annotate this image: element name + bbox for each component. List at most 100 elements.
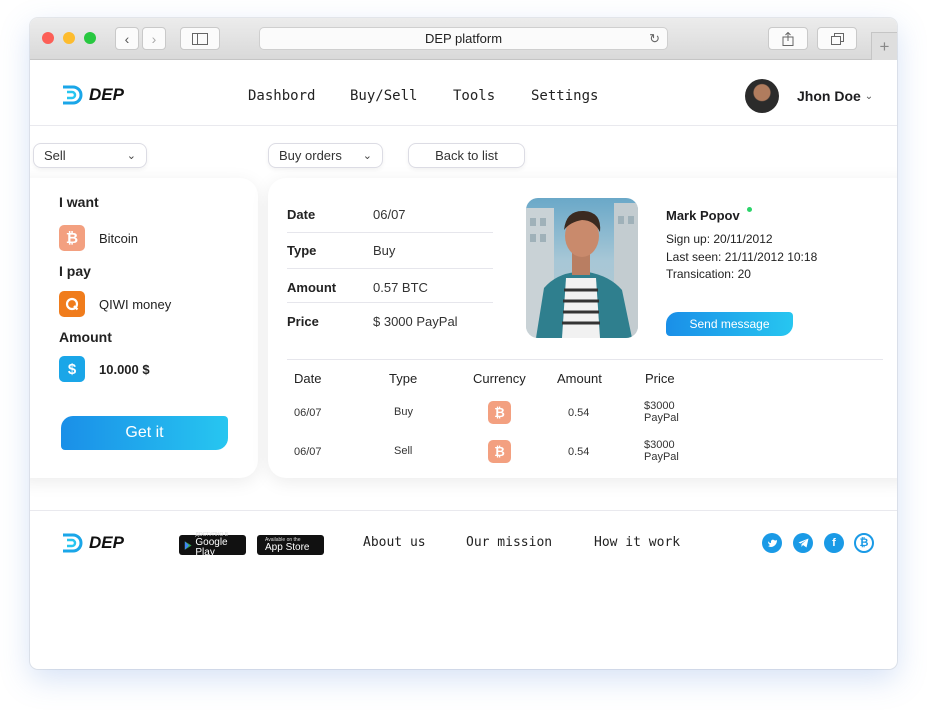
reload-icon[interactable]: ↻ (649, 31, 660, 47)
close-window-button[interactable] (42, 32, 54, 44)
logo-text: DEP (89, 85, 124, 104)
row-date: 06/07 (294, 446, 322, 458)
bitcoin-icon[interactable]: ₿ (854, 533, 874, 553)
back-to-list-button[interactable]: Back to list (408, 143, 525, 168)
forward-icon[interactable]: › (142, 27, 166, 50)
sidebar-icon[interactable] (180, 27, 220, 50)
page-title: DEP platform (424, 31, 503, 46)
order-row-date: Date 06/07 (287, 196, 493, 232)
logo-icon (63, 85, 83, 105)
amount-label: Amount (59, 329, 112, 345)
main-nav: Dashbord Buy/Sell Tools Settings (248, 88, 598, 104)
order-key: Price (287, 313, 319, 329)
pay-value: QIWI money (99, 296, 172, 312)
orders-select-value: Buy orders (279, 148, 342, 163)
want-label: I want (59, 194, 99, 210)
back-to-list-label: Back to list (435, 148, 498, 163)
trader-last-seen: Last seen: 21/11/2012 10:18 (666, 250, 818, 264)
maximize-window-button[interactable] (84, 32, 96, 44)
order-value: 06/07 (373, 206, 406, 222)
column-header-price[interactable]: Price (645, 371, 675, 386)
footer-link-mission[interactable]: Our mission (466, 535, 552, 550)
footer-link-about[interactable]: About us (363, 535, 426, 550)
footer-logo[interactable]: DEP (61, 532, 124, 554)
header-divider (30, 125, 897, 126)
logo-icon (63, 533, 83, 553)
chevron-down-icon: ⌄ (362, 150, 372, 162)
row-method: PayPal (644, 451, 679, 463)
want-currency[interactable]: ₿ Bitcoin (59, 225, 138, 251)
new-tab-icon[interactable]: + (871, 32, 897, 60)
google-play-badge[interactable]: ДОСТУПНО В Google Play (179, 532, 246, 558)
order-value: $ 3000 PayPal (373, 313, 458, 329)
mode-select-value: Sell (44, 148, 66, 163)
trader-name[interactable]: Mark Popov (666, 208, 740, 223)
twitter-icon[interactable] (762, 533, 782, 553)
share-icon[interactable] (768, 27, 808, 50)
order-card: Date 06/07 Type Buy Amount 0.57 BTC Pric… (268, 178, 897, 478)
row-method: PayPal (644, 412, 679, 424)
google-play-icon (184, 540, 192, 550)
app-store-badge[interactable]: Available on the App Store (257, 535, 324, 555)
exchange-card: I want ₿ Bitcoin I pay QIWI money Amount… (30, 178, 258, 478)
back-icon[interactable]: ‹ (115, 27, 139, 50)
order-value: 0.57 BTC (373, 279, 428, 295)
facebook-icon[interactable]: f (824, 533, 844, 553)
column-header-amount[interactable]: Amount (557, 371, 602, 386)
order-value: Buy (373, 242, 396, 258)
app-store-label: App Store (265, 542, 310, 553)
address-bar[interactable]: DEP platform ↻ (259, 27, 668, 50)
telegram-icon[interactable] (793, 533, 813, 553)
trader-signup: Sign up: 20/11/2012 (666, 232, 773, 246)
order-row-amount: Amount 0.57 BTC (287, 269, 493, 305)
order-row-price: Price $ 3000 PayPal (287, 303, 493, 339)
pay-method[interactable]: QIWI money (59, 291, 171, 317)
row-amount: 0.54 (568, 407, 590, 419)
send-message-button[interactable]: Send message (666, 312, 793, 336)
chevron-down-icon: ⌄ (126, 150, 136, 162)
want-value: Bitcoin (99, 230, 139, 246)
row-price: $3000 (644, 400, 675, 412)
column-header-type[interactable]: Type (389, 371, 417, 386)
logo[interactable]: DEP (61, 84, 124, 106)
nav-dashboard[interactable]: Dashbord (248, 88, 350, 104)
browser-window: ‹ › DEP platform ↻ + DEP Dashbord Buy/Se… (30, 18, 897, 669)
trader-transactions: Transication: 20 (666, 267, 751, 281)
bitcoin-icon: ₿ (488, 401, 511, 424)
qiwi-icon (59, 291, 85, 317)
chevron-down-icon[interactable]: ⌄ (865, 91, 873, 102)
order-key: Date (287, 206, 316, 222)
user-menu[interactable]: Jhon Doe ⌄ (745, 79, 873, 113)
bitcoin-icon: ₿ (59, 225, 85, 251)
nav-buy-sell[interactable]: Buy/Sell (350, 88, 453, 104)
order-key: Type (287, 242, 317, 258)
amount-value: 10.000 $ (99, 361, 150, 377)
trader-photo (526, 198, 638, 338)
pay-label: I pay (59, 263, 91, 279)
row-type: Buy (394, 406, 413, 418)
bitcoin-icon: ₿ (488, 440, 511, 463)
divider (287, 359, 883, 360)
column-header-date[interactable]: Date (294, 371, 321, 386)
dollar-icon: $ (59, 356, 85, 382)
row-type: Sell (394, 445, 413, 457)
footer-link-how[interactable]: How it work (594, 535, 680, 550)
nav-tools[interactable]: Tools (453, 88, 531, 104)
tabs-icon[interactable] (817, 27, 857, 50)
orders-select[interactable]: Buy orders ⌄ (268, 143, 383, 168)
user-name[interactable]: Jhon Doe (797, 88, 861, 104)
minimize-window-button[interactable] (63, 32, 75, 44)
row-amount: 0.54 (568, 446, 590, 458)
amount-field[interactable]: $ 10.000 $ (59, 356, 150, 382)
browser-toolbar: ‹ › DEP platform ↻ + (30, 18, 897, 60)
column-header-currency[interactable]: Currency (473, 371, 526, 386)
google-play-label: Google Play (195, 537, 228, 558)
logo-text: DEP (89, 533, 124, 552)
avatar[interactable] (745, 79, 779, 113)
order-row-type: Type Buy (287, 232, 493, 268)
order-key: Amount (287, 279, 337, 295)
footer-divider (30, 510, 897, 511)
get-it-button[interactable]: Get it (61, 416, 228, 450)
mode-select[interactable]: Sell ⌄ (33, 143, 147, 168)
nav-settings[interactable]: Settings (531, 88, 598, 104)
